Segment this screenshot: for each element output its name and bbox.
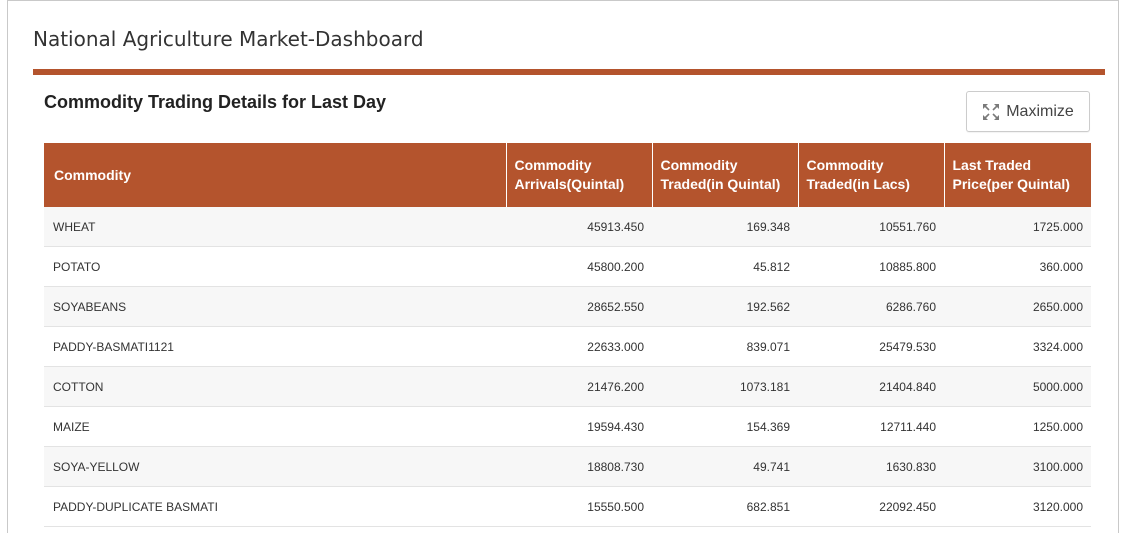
table-row: WHEAT 45913.450 169.348 10551.760 1725.0… <box>44 207 1091 247</box>
table-row: COTTON 21476.200 1073.181 21404.840 5000… <box>44 366 1091 407</box>
table-row: PADDY-DUPLICATE BASMATI 15550.500 682.85… <box>44 486 1091 527</box>
cell-last-price: 5000.000 <box>944 366 1091 407</box>
col-header-commodity[interactable]: Commodity <box>44 143 507 207</box>
cell-commodity: PADDY-DUPLICATE BASMATI <box>44 486 506 527</box>
cell-traded-lacs: 6286.760 <box>798 286 944 327</box>
cell-traded-quintal: 192.562 <box>652 286 798 327</box>
table-header-row: Commodity Commodity Arrivals(Quintal) Com… <box>44 143 1091 207</box>
title-accent-bar <box>33 69 1105 75</box>
cell-arrivals: 18808.730 <box>506 446 652 487</box>
commodity-table: Commodity Commodity Arrivals(Quintal) Com… <box>44 143 1091 527</box>
cell-last-price: 3120.000 <box>944 486 1091 527</box>
cell-commodity: COTTON <box>44 366 506 407</box>
col-header-arrivals[interactable]: Commodity Arrivals(Quintal) <box>506 143 653 207</box>
table-row: MAIZE 19594.430 154.369 12711.440 1250.0… <box>44 406 1091 447</box>
cell-traded-quintal: 1073.181 <box>652 366 798 407</box>
cell-last-price: 1250.000 <box>944 406 1091 447</box>
table-row: POTATO 45800.200 45.812 10885.800 360.00… <box>44 246 1091 287</box>
maximize-label: Maximize <box>1006 102 1074 120</box>
cell-commodity: MAIZE <box>44 406 506 447</box>
cell-arrivals: 45913.450 <box>506 207 652 247</box>
cell-traded-lacs: 21404.840 <box>798 366 944 407</box>
col-header-last-price[interactable]: Last Traded Price(per Quintal) <box>944 143 1091 207</box>
cell-arrivals: 45800.200 <box>506 246 652 287</box>
cell-arrivals: 28652.550 <box>506 286 652 327</box>
cell-traded-lacs: 10885.800 <box>798 246 944 287</box>
cell-traded-lacs: 22092.450 <box>798 486 944 527</box>
cell-last-price: 2650.000 <box>944 286 1091 327</box>
cell-last-price: 3100.000 <box>944 446 1091 487</box>
expand-arrows-icon <box>982 103 1000 121</box>
cell-arrivals: 21476.200 <box>506 366 652 407</box>
cell-arrivals: 22633.000 <box>506 326 652 367</box>
cell-commodity: SOYA-YELLOW <box>44 446 506 487</box>
cell-traded-quintal: 839.071 <box>652 326 798 367</box>
cell-traded-lacs: 10551.760 <box>798 207 944 247</box>
cell-traded-lacs: 1630.830 <box>798 446 944 487</box>
cell-traded-quintal: 154.369 <box>652 406 798 447</box>
cell-traded-lacs: 25479.530 <box>798 326 944 367</box>
cell-traded-quintal: 169.348 <box>652 207 798 247</box>
table-row: SOYABEANS 28652.550 192.562 6286.760 265… <box>44 286 1091 327</box>
cell-commodity: POTATO <box>44 246 506 287</box>
col-header-traded-lacs[interactable]: Commodity Traded(in Lacs) <box>798 143 945 207</box>
col-header-traded-quintal[interactable]: Commodity Traded(in Quintal) <box>652 143 799 207</box>
cell-last-price: 1725.000 <box>944 207 1091 247</box>
page-title: National Agriculture Market-Dashboard <box>33 27 424 51</box>
cell-last-price: 3324.000 <box>944 326 1091 367</box>
cell-traded-quintal: 682.851 <box>652 486 798 527</box>
cell-last-price: 360.000 <box>944 246 1091 287</box>
cell-commodity: SOYABEANS <box>44 286 506 327</box>
cell-traded-quintal: 45.812 <box>652 246 798 287</box>
table-row: SOYA-YELLOW 18808.730 49.741 1630.830 31… <box>44 446 1091 487</box>
cell-commodity: WHEAT <box>44 207 506 247</box>
cell-arrivals: 19594.430 <box>506 406 652 447</box>
panel-title: Commodity Trading Details for Last Day <box>44 92 387 112</box>
maximize-button[interactable]: Maximize <box>966 91 1090 132</box>
cell-traded-quintal: 49.741 <box>652 446 798 487</box>
table-row: PADDY-BASMATI1121 22633.000 839.071 2547… <box>44 326 1091 367</box>
cell-arrivals: 15550.500 <box>506 486 652 527</box>
cell-commodity: PADDY-BASMATI1121 <box>44 326 506 367</box>
cell-traded-lacs: 12711.440 <box>798 406 944 447</box>
